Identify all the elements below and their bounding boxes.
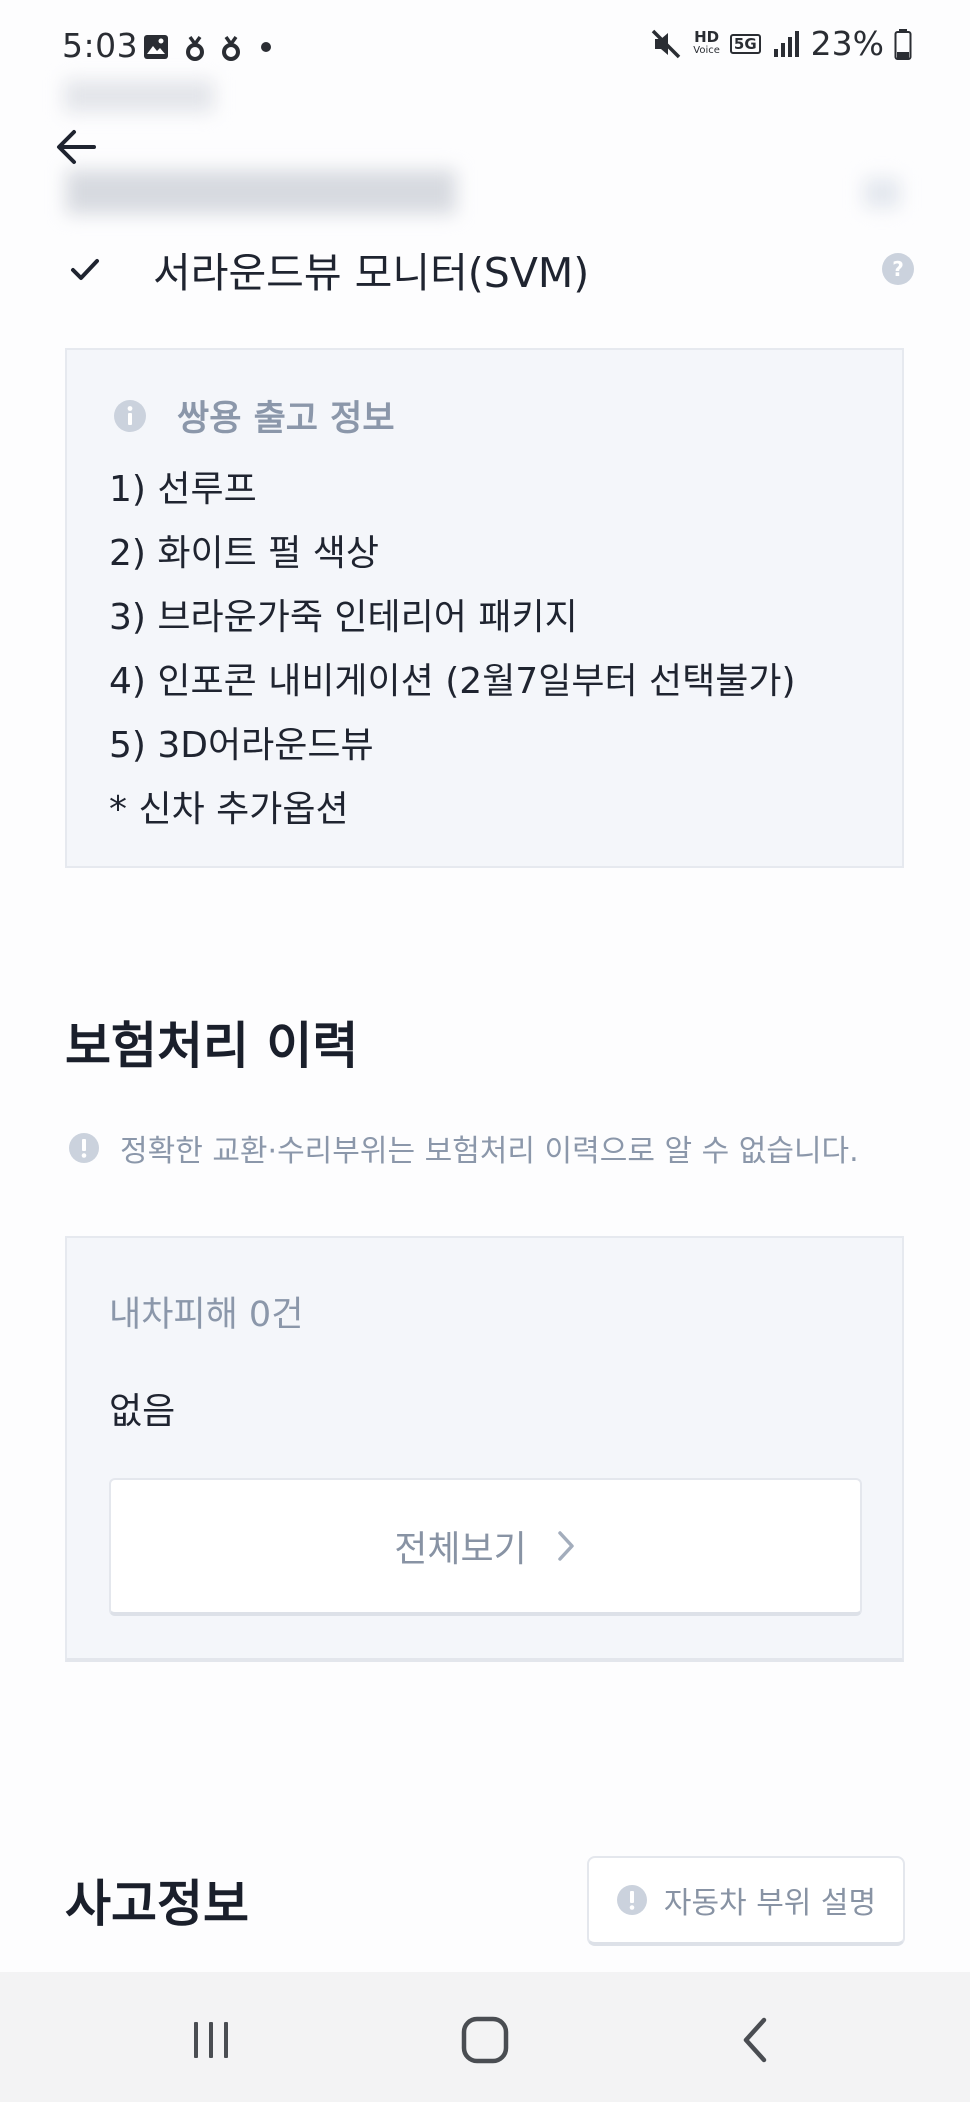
accident-section-title: 사고정보 — [65, 1875, 249, 1933]
insurance-section-title: 보험처리 이력 — [65, 1017, 359, 1075]
car-parts-guide-button[interactable]: 자동차 부위 설명 — [587, 1856, 905, 1946]
release-info-header: 쌍용 출고 정보 — [113, 390, 395, 441]
own-damage-box: 내차피해 0건 없음 전체보기 — [65, 1236, 904, 1662]
hd-voice-icon: HD Voice — [693, 27, 720, 56]
info-icon — [114, 399, 146, 432]
list-item: 3) 브라운가죽 인테리어 패키지 — [109, 597, 578, 638]
dot-icon — [261, 42, 271, 52]
insurance-notice-text: 정확한 교환·수리부위는 보험처리 이력으로 알 수 없습니다. — [120, 1134, 859, 1169]
arrow-left-icon — [57, 130, 96, 164]
mute-icon — [652, 29, 681, 58]
exclamation-icon — [616, 1885, 647, 1915]
back-button[interactable] — [50, 120, 104, 174]
signal-icon — [773, 30, 799, 57]
recent-apps-icon — [194, 2022, 228, 2058]
view-all-label: 전체보기 — [394, 1529, 527, 1570]
list-item: 5) 3D어라운드뷰 — [109, 725, 374, 766]
system-back-button[interactable] — [715, 2000, 795, 2080]
chevron-right-icon — [557, 1531, 574, 1561]
blurred-icon — [864, 178, 900, 208]
insurance-notice: 정확한 교환·수리부위는 보험처리 이력으로 알 수 없습니다. — [68, 1126, 859, 1170]
own-damage-label: 내차피해 0건 — [109, 1295, 304, 1335]
status-bar: 5:03 HD Voice 5G 23% — [0, 0, 970, 92]
option-row-svm: 서라운드뷰 모니터(SVM) ? — [65, 238, 915, 300]
view-all-button[interactable]: 전체보기 — [109, 1478, 862, 1616]
list-item: 1) 선루프 — [109, 469, 257, 510]
help-icon[interactable]: ? — [881, 252, 915, 286]
option-label: 서라운드뷰 모니터(SVM) — [153, 249, 590, 297]
car-parts-guide-label: 자동차 부위 설명 — [663, 1886, 877, 1921]
list-item: * 신차 추가옵션 — [109, 789, 349, 830]
blurred-title — [64, 80, 214, 112]
release-info-box: 쌍용 출고 정보 1) 선루프 2) 화이트 펄 색상 3) 브라운가죽 인테리… — [65, 348, 904, 868]
notification-icon — [222, 35, 240, 61]
home-button[interactable] — [445, 2000, 525, 2080]
blurred-option-row — [66, 170, 456, 214]
system-nav-bar — [0, 1972, 970, 2102]
battery-percent: 23% — [810, 24, 884, 63]
chevron-left-icon — [743, 2017, 767, 2063]
own-damage-value: 없음 — [109, 1391, 176, 1432]
release-info-list: 1) 선루프 2) 화이트 펄 색상 3) 브라운가죽 인테리어 패키지 4) … — [109, 458, 796, 842]
recent-apps-button[interactable] — [171, 2000, 251, 2080]
gallery-icon — [144, 35, 168, 59]
5g-icon: 5G — [729, 33, 761, 54]
release-info-title: 쌍용 출고 정보 — [177, 399, 395, 439]
exclamation-icon — [69, 1133, 99, 1163]
battery-icon — [894, 28, 912, 60]
status-time: 5:03 — [62, 26, 139, 65]
list-item: 2) 화이트 펄 색상 — [109, 533, 379, 574]
svg-text:?: ? — [892, 257, 904, 281]
check-icon — [71, 259, 99, 280]
list-item: 4) 인포콘 내비게이션 (2월7일부터 선택불가) — [109, 661, 796, 702]
home-icon — [461, 2016, 509, 2064]
notification-icon — [186, 35, 204, 61]
